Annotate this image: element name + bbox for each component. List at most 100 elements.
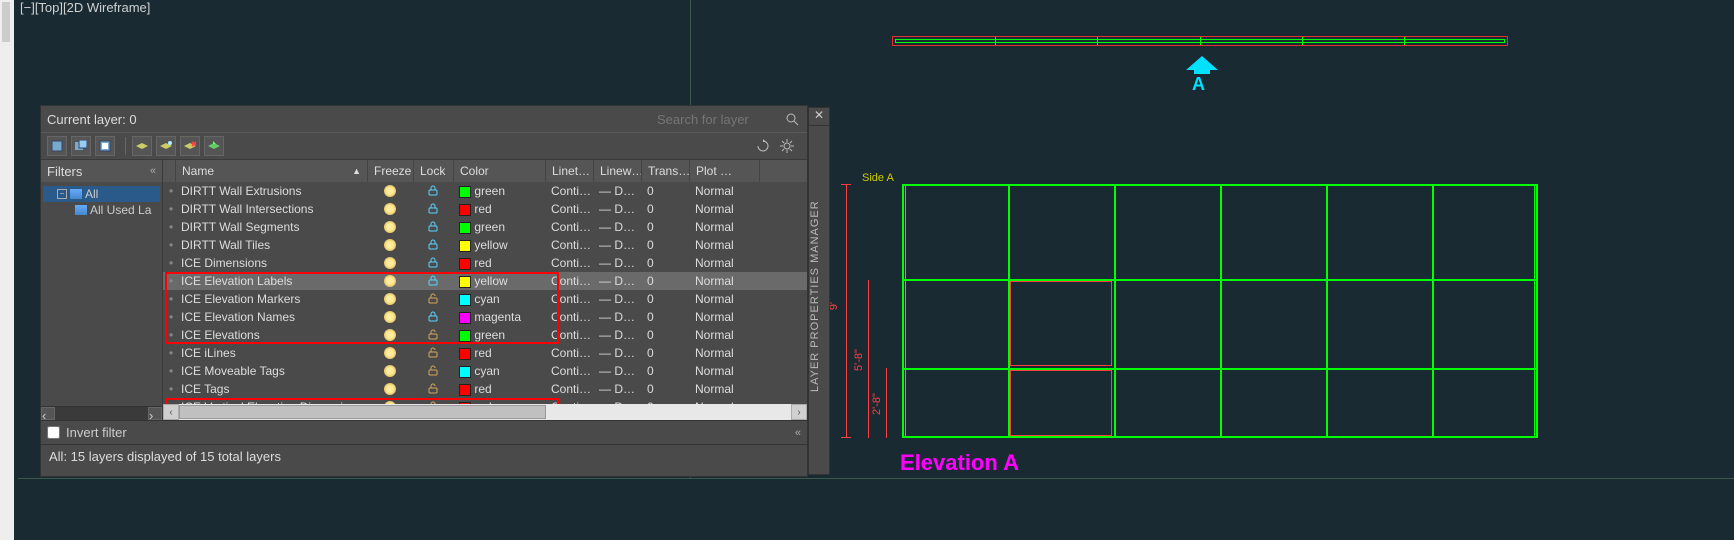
freeze-toggle[interactable] (367, 221, 413, 233)
transparency-cell[interactable]: 0 (641, 292, 689, 306)
filters-hscroll[interactable]: ‹› (41, 406, 162, 420)
col-linetype[interactable]: Linet… (546, 160, 594, 182)
freeze-toggle[interactable] (367, 275, 413, 287)
layer-grid-body[interactable]: •DIRTT Wall Extrusions greenConti…— D…0N… (163, 182, 807, 404)
filter-node-all[interactable]: − All (43, 186, 160, 202)
color-cell[interactable]: green (453, 328, 545, 342)
layer-row[interactable]: •ICE Elevation Markers cyanConti…— D…0No… (163, 290, 807, 308)
lock-toggle[interactable] (413, 292, 453, 307)
col-trans[interactable]: Trans… (642, 160, 690, 182)
plotstyle-cell[interactable]: Normal (689, 346, 759, 360)
color-cell[interactable]: yellow (453, 274, 545, 288)
search-input[interactable] (657, 112, 777, 127)
col-freeze[interactable]: Freeze (368, 160, 414, 182)
color-cell[interactable]: green (453, 184, 545, 198)
plotstyle-cell[interactable]: Normal (689, 328, 759, 342)
lock-toggle[interactable] (413, 238, 453, 253)
color-cell[interactable]: red (453, 256, 545, 270)
lineweight-cell[interactable]: — D… (593, 346, 641, 360)
close-icon[interactable]: ✕ (809, 108, 829, 126)
layer-name[interactable]: ICE Moveable Tags (175, 364, 367, 378)
transparency-cell[interactable]: 0 (641, 274, 689, 288)
linetype-cell[interactable]: Conti… (545, 238, 593, 252)
lock-toggle[interactable] (413, 382, 453, 397)
plotstyle-cell[interactable]: Normal (689, 310, 759, 324)
col-name[interactable]: Name (182, 164, 214, 178)
plotstyle-cell[interactable]: Normal (689, 256, 759, 270)
layer-grid-header[interactable]: Name▲ Freeze Lock Color Linet… Linew… Tr… (163, 160, 807, 182)
layer-name[interactable]: DIRTT Wall Intersections (175, 202, 367, 216)
lineweight-cell[interactable]: — D… (593, 310, 641, 324)
collapse-icon[interactable]: « (795, 427, 801, 439)
plotstyle-cell[interactable]: Normal (689, 274, 759, 288)
linetype-cell[interactable]: Conti… (545, 364, 593, 378)
set-current-button[interactable] (204, 136, 224, 156)
color-cell[interactable]: red (453, 382, 545, 396)
lock-toggle[interactable] (413, 310, 453, 325)
freeze-toggle[interactable] (367, 293, 413, 305)
linetype-cell[interactable]: Conti… (545, 274, 593, 288)
layer-row[interactable]: •ICE Elevations greenConti…— D…0Normal (163, 326, 807, 344)
delete-layer-button[interactable] (180, 136, 200, 156)
lineweight-cell[interactable]: — D… (593, 274, 641, 288)
col-color[interactable]: Color (454, 160, 546, 182)
layer-row[interactable]: •ICE Moveable Tags cyanConti…— D…0Normal (163, 362, 807, 380)
color-cell[interactable]: cyan (453, 364, 545, 378)
viewport-label[interactable]: [−][Top][2D Wireframe] (18, 0, 152, 15)
color-cell[interactable]: cyan (453, 292, 545, 306)
plotstyle-cell[interactable]: Normal (689, 382, 759, 396)
layer-row[interactable]: •ICE Dimensions redConti…— D…0Normal (163, 254, 807, 272)
lineweight-cell[interactable]: — D… (593, 382, 641, 396)
layer-name[interactable]: DIRTT Wall Segments (175, 220, 367, 234)
linetype-cell[interactable]: Conti… (545, 346, 593, 360)
lock-toggle[interactable] (413, 274, 453, 289)
filter-node-all-used[interactable]: All Used La (43, 202, 160, 218)
transparency-cell[interactable]: 0 (641, 328, 689, 342)
settings-button[interactable] (777, 136, 797, 156)
elevation-drawing[interactable] (902, 184, 1538, 438)
linetype-cell[interactable]: Conti… (545, 202, 593, 216)
new-filter-button[interactable] (47, 136, 67, 156)
color-cell[interactable]: yellow (453, 238, 545, 252)
layer-name[interactable]: ICE Elevations (175, 328, 367, 342)
linetype-cell[interactable]: Conti… (545, 328, 593, 342)
linetype-cell[interactable]: Conti… (545, 292, 593, 306)
layer-row[interactable]: •ICE Tags redConti…— D…0Normal (163, 380, 807, 398)
plotstyle-cell[interactable]: Normal (689, 202, 759, 216)
refresh-button[interactable] (753, 136, 773, 156)
transparency-cell[interactable]: 0 (641, 238, 689, 252)
plotstyle-cell[interactable]: Normal (689, 184, 759, 198)
layer-name[interactable]: ICE Dimensions (175, 256, 367, 270)
layer-name[interactable]: ICE Elevation Labels (175, 274, 367, 288)
lineweight-cell[interactable]: — D… (593, 328, 641, 342)
transparency-cell[interactable]: 0 (641, 220, 689, 234)
col-plot[interactable]: Plot … (690, 160, 760, 182)
linetype-cell[interactable]: Conti… (545, 256, 593, 270)
freeze-toggle[interactable] (367, 203, 413, 215)
transparency-cell[interactable]: 0 (641, 364, 689, 378)
linetype-cell[interactable]: Conti… (545, 310, 593, 324)
lock-toggle[interactable] (413, 346, 453, 361)
collapse-filters-icon[interactable]: « (150, 165, 156, 177)
layer-name[interactable]: ICE iLines (175, 346, 367, 360)
lock-toggle[interactable] (413, 184, 453, 199)
transparency-cell[interactable]: 0 (641, 184, 689, 198)
transparency-cell[interactable]: 0 (641, 202, 689, 216)
color-cell[interactable]: magenta (453, 310, 545, 324)
layer-name[interactable]: ICE Elevation Markers (175, 292, 367, 306)
lineweight-cell[interactable]: — D… (593, 220, 641, 234)
col-linew[interactable]: Linew… (594, 160, 642, 182)
layer-states-button[interactable] (95, 136, 115, 156)
layers-hscroll[interactable]: ‹ › (163, 404, 807, 420)
invert-filter-checkbox[interactable] (47, 426, 60, 439)
new-group-filter-button[interactable] (71, 136, 91, 156)
col-lock[interactable]: Lock (414, 160, 454, 182)
transparency-cell[interactable]: 0 (641, 382, 689, 396)
freeze-toggle[interactable] (367, 383, 413, 395)
search-icon[interactable] (783, 110, 801, 128)
freeze-toggle[interactable] (367, 329, 413, 341)
lineweight-cell[interactable]: — D… (593, 238, 641, 252)
lock-toggle[interactable] (413, 256, 453, 271)
lineweight-cell[interactable]: — D… (593, 364, 641, 378)
layer-row[interactable]: •ICE Elevation Labels yellowConti…— D…0N… (163, 272, 807, 290)
